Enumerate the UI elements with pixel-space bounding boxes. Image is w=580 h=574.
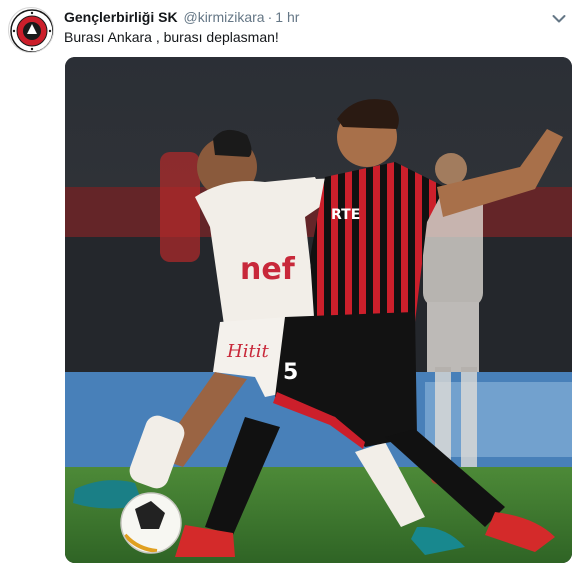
meta-separator: ·	[267, 9, 273, 25]
chevron-down-icon	[552, 15, 566, 23]
tweet-photo[interactable]: nef Hitit RTE 5	[65, 57, 572, 563]
shorts-sponsor-label: Hitit	[226, 341, 269, 362]
tweet-menu-button[interactable]	[552, 11, 566, 23]
jersey-sponsor-label: nef	[240, 252, 296, 287]
tweet-card: Gençlerbirliği SK @kirmizikara · 1 hr Bura…	[0, 0, 580, 574]
svg-text:RTE: RTE	[331, 207, 360, 223]
tweet-header: Gençlerbirliği SK @kirmizikara · 1 hr	[64, 8, 540, 26]
author-avatar[interactable]	[8, 7, 54, 53]
club-crest-icon	[10, 9, 53, 52]
football-ball	[120, 492, 182, 554]
tweet-text: Burası Ankara , burası deplasman!	[64, 29, 279, 45]
tweet-timestamp[interactable]: 1 hr	[275, 9, 299, 25]
author-handle[interactable]: @kirmizikara	[183, 9, 264, 25]
football-match-photo: nef Hitit RTE 5	[65, 57, 572, 563]
player-number-label: 5	[283, 360, 298, 385]
author-name[interactable]: Gençlerbirliği SK	[64, 9, 178, 25]
